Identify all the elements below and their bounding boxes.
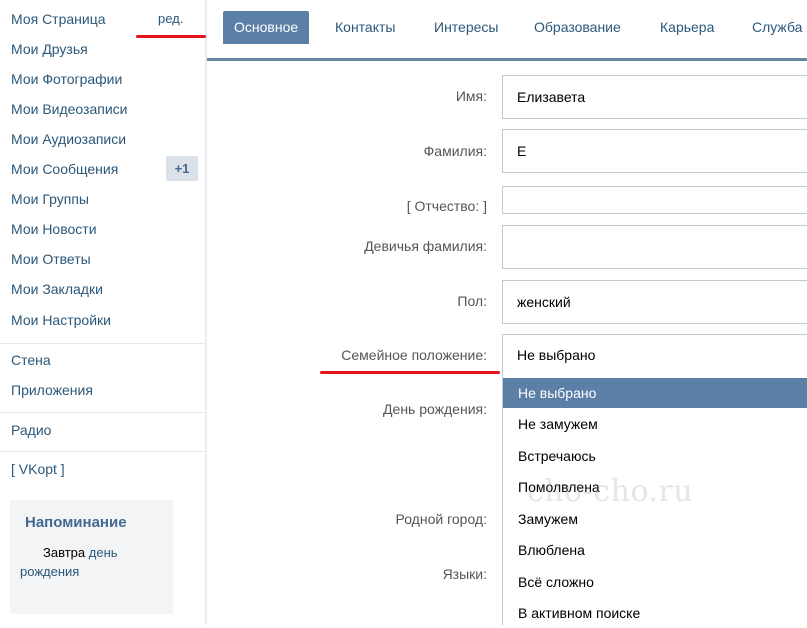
sidebar-item-videos[interactable]: Мои Видеозаписи bbox=[11, 97, 127, 121]
edit-profile-link[interactable]: ред. bbox=[158, 7, 183, 31]
reminder-prefix: Завтра bbox=[43, 545, 86, 560]
marital-option-married[interactable]: Замужем bbox=[503, 504, 807, 534]
messages-count-badge[interactable]: +1 bbox=[166, 156, 198, 181]
sidebar-divider bbox=[0, 451, 205, 452]
languages-label: Языки: bbox=[442, 566, 487, 582]
marital-status-dropdown: Не выбрано Не замужем Встречаюсь Помолвл… bbox=[502, 376, 807, 625]
marital-option-not-selected[interactable]: Не выбрано bbox=[503, 378, 807, 408]
sidebar-divider bbox=[0, 412, 205, 413]
patronymic-field[interactable] bbox=[502, 186, 807, 214]
sidebar-item-groups[interactable]: Мои Группы bbox=[11, 187, 89, 211]
reminder-text: Завтра день рождения bbox=[20, 543, 165, 581]
tab-service[interactable]: Служба bbox=[752, 11, 802, 44]
marital-option-single[interactable]: Не замужем bbox=[503, 409, 807, 439]
tab-education[interactable]: Образование bbox=[534, 11, 621, 44]
reminder-box: Напоминание Завтра день рождения bbox=[10, 500, 173, 614]
last-name-field[interactable]: Е bbox=[502, 129, 807, 173]
marital-status-label: Семейное положение: bbox=[341, 347, 487, 363]
sidebar-item-wall[interactable]: Стена bbox=[11, 348, 51, 372]
sidebar-item-vkopt[interactable]: [ VKopt ] bbox=[11, 457, 65, 481]
highlight-underline-marital bbox=[320, 371, 500, 374]
maiden-name-field[interactable] bbox=[502, 225, 807, 269]
hometown-label: Родной город: bbox=[395, 511, 487, 527]
sidebar-item-apps[interactable]: Приложения bbox=[11, 378, 93, 402]
last-name-label: Фамилия: bbox=[423, 143, 487, 159]
sidebar-item-news[interactable]: Мои Новости bbox=[11, 217, 97, 241]
maiden-name-label: Девичья фамилия: bbox=[364, 238, 487, 254]
birthday-label: День рождения: bbox=[383, 401, 487, 417]
tab-contacts[interactable]: Контакты bbox=[335, 11, 395, 44]
marital-option-actively-searching[interactable]: В активном поиске bbox=[503, 598, 807, 628]
tab-interests[interactable]: Интересы bbox=[434, 11, 498, 44]
sidebar-item-messages[interactable]: Мои Сообщения bbox=[11, 157, 118, 181]
gender-select[interactable]: женский bbox=[502, 280, 807, 324]
first-name-field[interactable]: Елизавета bbox=[502, 75, 807, 119]
sidebar-item-radio[interactable]: Радио bbox=[11, 418, 51, 442]
sidebar-item-friends[interactable]: Мои Друзья bbox=[11, 37, 88, 61]
sidebar-item-audio[interactable]: Мои Аудиозаписи bbox=[11, 127, 126, 151]
marital-option-complicated[interactable]: Всё сложно bbox=[503, 567, 807, 597]
profile-tabs: Основное Контакты Интересы Образование К… bbox=[207, 0, 807, 61]
tab-main[interactable]: Основное bbox=[223, 11, 310, 44]
tab-career[interactable]: Карьера bbox=[660, 11, 714, 44]
marital-status-select[interactable]: Не выбрано bbox=[502, 334, 807, 377]
sidebar-item-bookmarks[interactable]: Мои Закладки bbox=[11, 277, 103, 301]
sidebar-item-settings[interactable]: Мои Настройки bbox=[11, 308, 111, 332]
first-name-label: Имя: bbox=[455, 88, 487, 104]
marital-option-in-love[interactable]: Влюблена bbox=[503, 535, 807, 565]
highlight-underline-edit bbox=[136, 35, 206, 38]
reminder-title: Напоминание bbox=[25, 514, 127, 531]
sidebar-item-answers[interactable]: Мои Ответы bbox=[11, 247, 91, 271]
marital-option-engaged[interactable]: Помолвлена bbox=[503, 472, 807, 502]
marital-option-dating[interactable]: Встречаюсь bbox=[503, 441, 807, 471]
left-sidebar: Моя Страница ред. Мои Друзья Мои Фотогра… bbox=[0, 0, 207, 625]
patronymic-label: [ Отчество: ] bbox=[406, 198, 487, 214]
sidebar-item-my-page[interactable]: Моя Страница bbox=[11, 7, 106, 31]
sidebar-divider bbox=[0, 343, 205, 344]
gender-label: Пол: bbox=[457, 293, 487, 309]
sidebar-item-photos[interactable]: Мои Фотографии bbox=[11, 67, 122, 91]
